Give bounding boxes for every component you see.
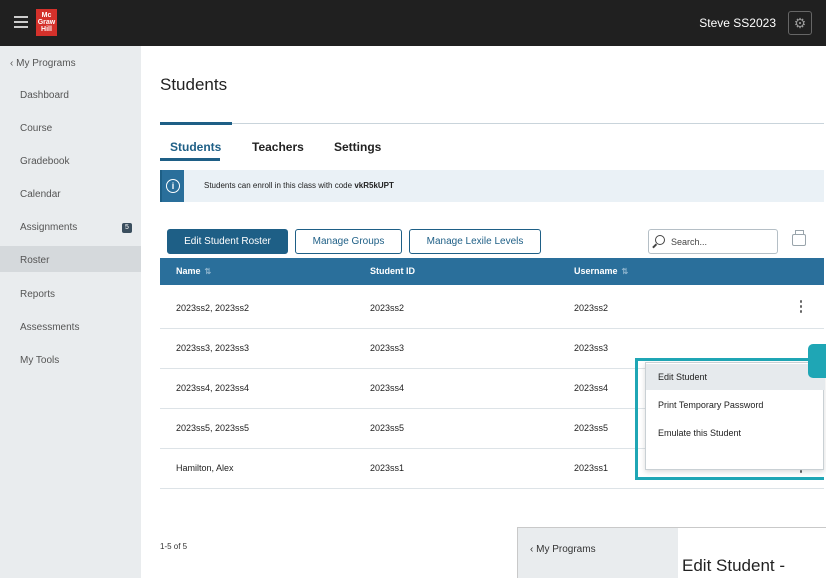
- enroll-code-banner: i Students can enroll in this class with…: [160, 170, 824, 202]
- chevron-left-icon: ‹: [530, 544, 534, 555]
- sidebar-item-assignments[interactable]: Assignments: [20, 222, 77, 233]
- sort-icon: ⇅: [204, 267, 212, 276]
- info-icon: i: [166, 179, 180, 193]
- search-icon: [655, 235, 665, 245]
- sidebar-item-gradebook[interactable]: Gradebook: [20, 156, 69, 167]
- column-header-username[interactable]: Username ⇅: [574, 266, 628, 276]
- student-username: 2023ss3: [574, 343, 609, 353]
- sidebar-item-assessments[interactable]: Assessments: [20, 322, 79, 333]
- title-accent-bar: [160, 122, 232, 125]
- manage-lexile-levels-button[interactable]: Manage Lexile Levels: [409, 229, 541, 254]
- menu-item-print-temporary-password[interactable]: Print Temporary Password: [646, 392, 825, 418]
- sidebar-item-roster-active[interactable]: Roster: [0, 246, 141, 272]
- table-row: 2023ss2, 2023ss2 2023ss2 2023ss2: [160, 289, 824, 329]
- sidebar-item-my-tools[interactable]: My Tools: [20, 355, 59, 366]
- inset-screenshot: ‹ My Programs Edit Student -: [517, 527, 826, 578]
- menu-icon[interactable]: [14, 16, 28, 28]
- student-id: 2023ss4: [370, 383, 405, 393]
- pagination-count: 1-5 of 5: [160, 542, 188, 551]
- student-id: 2023ss5: [370, 423, 405, 433]
- search-input[interactable]: [671, 234, 771, 250]
- mcgraw-hill-logo[interactable]: Mc Graw Hill: [36, 9, 57, 36]
- top-bar: Mc Graw Hill Steve SS2023 ⚙: [0, 0, 826, 46]
- column-header-name[interactable]: Name ⇅: [176, 266, 211, 276]
- sidebar-item-course[interactable]: Course: [20, 123, 52, 134]
- search-box: [648, 229, 778, 254]
- sidebar: ‹ My Programs Dashboard Course Gradebook…: [0, 46, 141, 578]
- assignments-count-badge: 5: [122, 223, 132, 233]
- enroll-code: vkR5kUPT: [354, 181, 394, 190]
- student-username: 2023ss1: [574, 463, 609, 473]
- student-username: 2023ss4: [574, 383, 609, 393]
- student-name: 2023ss3, 2023ss3: [176, 343, 250, 353]
- sidebar-item-dashboard[interactable]: Dashboard: [20, 90, 69, 101]
- back-to-programs-link[interactable]: ‹ My Programs: [10, 58, 76, 69]
- sort-icon: ⇅: [621, 267, 629, 276]
- sidebar-item-label: Roster: [20, 255, 50, 266]
- row-actions-menu: Edit Student Print Temporary Password Em…: [645, 362, 825, 470]
- page-title: Students: [160, 75, 228, 94]
- inset-page-title: Edit Student -: [682, 556, 786, 575]
- sidebar-item-reports[interactable]: Reports: [20, 289, 55, 300]
- menu-item-edit-student[interactable]: Edit Student: [646, 364, 825, 390]
- student-id: 2023ss2: [370, 303, 405, 313]
- student-username: 2023ss2: [574, 303, 609, 313]
- divider: [160, 123, 824, 124]
- inset-back-link[interactable]: ‹ My Programs: [530, 544, 596, 555]
- edit-student-roster-button[interactable]: Edit Student Roster: [167, 229, 288, 254]
- student-name: Hamilton, Alex: [176, 463, 234, 473]
- row-actions-kebab-icon[interactable]: [798, 300, 804, 318]
- user-name[interactable]: Steve SS2023: [699, 16, 776, 30]
- menu-item-emulate-student[interactable]: Emulate this Student: [646, 420, 825, 446]
- tab-settings[interactable]: Settings: [334, 140, 381, 154]
- chevron-left-icon: ‹: [10, 58, 14, 69]
- table-header: Name ⇅ Student ID Username ⇅: [160, 258, 824, 285]
- enroll-code-message: Students can enroll in this class with c…: [204, 181, 394, 190]
- student-name: 2023ss2, 2023ss2: [176, 303, 250, 313]
- column-header-student-id: Student ID: [370, 266, 415, 276]
- manage-groups-button[interactable]: Manage Groups: [295, 229, 402, 254]
- student-name: 2023ss4, 2023ss4: [176, 383, 250, 393]
- print-icon[interactable]: [792, 230, 806, 246]
- tab-students[interactable]: Students: [170, 140, 221, 154]
- settings-gear-icon[interactable]: ⚙: [788, 11, 812, 35]
- student-name: 2023ss5, 2023ss5: [176, 423, 250, 433]
- student-username: 2023ss5: [574, 423, 609, 433]
- active-tab-indicator: [160, 158, 220, 161]
- tab-teachers[interactable]: Teachers: [252, 140, 304, 154]
- student-id: 2023ss1: [370, 463, 405, 473]
- sidebar-item-calendar[interactable]: Calendar: [20, 189, 61, 200]
- callout-marker: [808, 344, 826, 378]
- student-id: 2023ss3: [370, 343, 405, 353]
